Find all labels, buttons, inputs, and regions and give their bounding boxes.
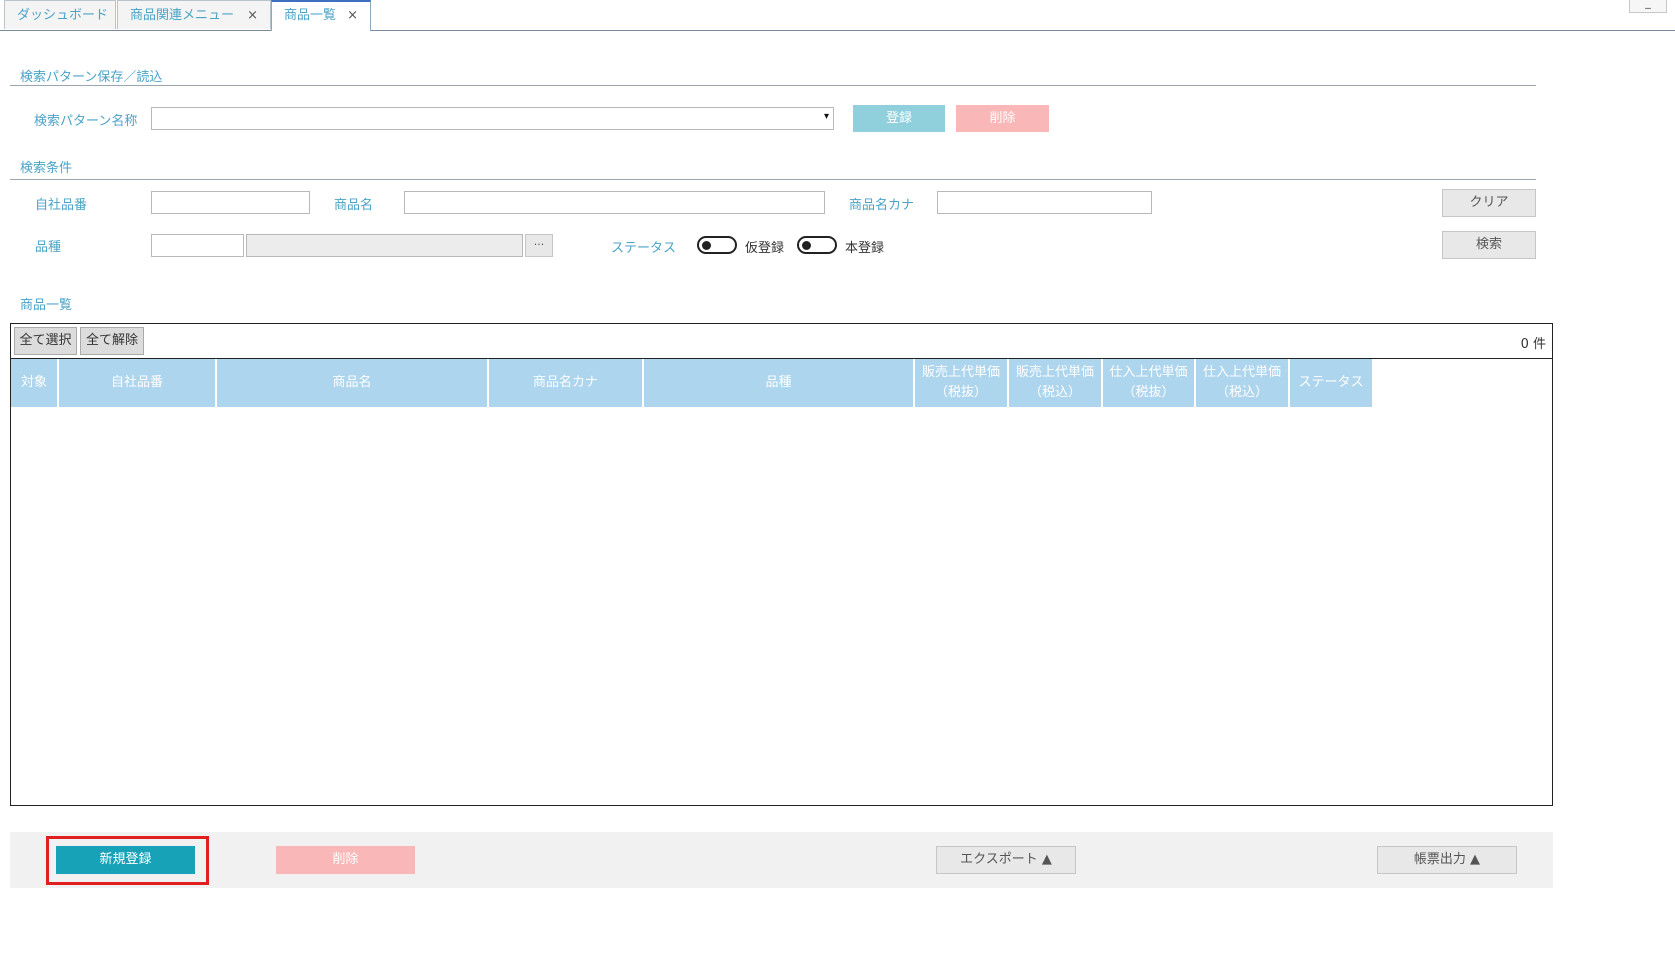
pattern-register-button[interactable]: 登録 — [853, 105, 945, 132]
status-registered-toggle[interactable] — [797, 236, 837, 254]
column-header-status[interactable]: ステータス — [1290, 359, 1374, 407]
column-header-sale-price-excl[interactable]: 販売上代単価 （税抜） — [915, 359, 1009, 407]
column-header-product-name[interactable]: 商品名 — [217, 359, 489, 407]
product-kana-label: 商品名カナ — [849, 198, 915, 213]
own-code-label: 自社品番 — [35, 198, 88, 213]
list-section-title: 商品一覧 — [20, 298, 73, 313]
column-header-label: 販売上代単価 — [1015, 365, 1094, 380]
toggle-knob — [802, 241, 811, 250]
column-header-label: 仕入上代単価 — [1109, 365, 1188, 380]
column-header-label: 商品名カナ — [532, 375, 598, 390]
tab-product-menu[interactable]: 商品関連メニュー × — [117, 0, 271, 29]
tab-label: 商品関連メニュー — [130, 8, 235, 23]
column-header-sublabel: （税抜） — [1122, 385, 1175, 400]
column-header-category[interactable]: 品種 — [644, 359, 915, 407]
clear-button[interactable]: クリア — [1442, 189, 1536, 217]
tab-dashboard[interactable]: ダッシュボード — [4, 0, 116, 29]
minimize-button[interactable]: _ — [1629, 0, 1667, 13]
new-register-button[interactable]: 新規登録 — [56, 846, 195, 874]
pattern-name-select[interactable]: ▾ — [151, 107, 834, 130]
export-button[interactable]: エクスポート ▲ — [936, 846, 1076, 874]
pattern-name-label: 検索パターン名称 — [34, 114, 138, 129]
status-registered-label: 本登録 — [845, 241, 885, 256]
column-header-label: ステータス — [1298, 375, 1364, 390]
footer-bar — [10, 832, 1553, 888]
status-provisional-label: 仮登録 — [745, 241, 785, 256]
tab-label: 商品一覧 — [284, 8, 337, 23]
column-header-purchase-price-excl[interactable]: 仕入上代単価 （税抜） — [1103, 359, 1196, 407]
column-header-label: 仕入上代単価 — [1202, 365, 1281, 380]
category-name-display — [246, 234, 523, 257]
status-label: ステータス — [611, 241, 677, 256]
product-name-input[interactable] — [404, 191, 825, 214]
close-icon[interactable]: × — [247, 1, 258, 31]
product-kana-input[interactable] — [937, 191, 1152, 214]
section-divider — [10, 179, 1536, 180]
product-name-label: 商品名 — [334, 198, 374, 213]
search-button[interactable]: 検索 — [1442, 231, 1536, 259]
column-header-sublabel: （税抜） — [934, 385, 987, 400]
column-header-label: 商品名 — [332, 375, 372, 390]
category-code-input[interactable] — [151, 234, 244, 257]
column-header-sublabel: （税込） — [1215, 385, 1268, 400]
dropdown-arrow-icon: ▾ — [823, 111, 829, 122]
own-code-input[interactable] — [151, 191, 310, 214]
column-header-label: 自社品番 — [110, 375, 163, 390]
column-header-sublabel: （税込） — [1028, 385, 1081, 400]
section-divider — [10, 85, 1536, 86]
pattern-section-title: 検索パターン保存／読込 — [20, 70, 163, 85]
condition-section-title: 検索条件 — [20, 161, 73, 176]
close-icon[interactable]: × — [347, 2, 358, 30]
column-header-label: 販売上代単価 — [921, 365, 1000, 380]
grid-body — [11, 408, 1552, 805]
category-lookup-button[interactable]: ··· — [525, 234, 553, 257]
column-header-purchase-price-incl[interactable]: 仕入上代単価 （税込） — [1196, 359, 1290, 407]
deselect-all-button[interactable]: 全て解除 — [80, 327, 144, 355]
footer-delete-button[interactable]: 削除 — [276, 846, 415, 874]
report-output-button[interactable]: 帳票出力 ▲ — [1377, 846, 1517, 874]
grid-header: 対象 自社品番 商品名 商品名カナ 品種 販売上代単価 （税抜） 販売上代単価 … — [11, 359, 1552, 408]
product-grid: 全て選択 全て解除 0 件 対象 自社品番 商品名 商品名カナ 品種 販売上代単… — [10, 323, 1553, 806]
pattern-delete-button[interactable]: 削除 — [956, 105, 1049, 132]
tab-label: ダッシュボード — [17, 8, 109, 23]
record-count: 0 件 — [1520, 337, 1546, 352]
column-header-own-code[interactable]: 自社品番 — [59, 359, 217, 407]
category-label: 品種 — [35, 240, 62, 255]
select-all-button[interactable]: 全て選択 — [14, 327, 77, 355]
column-header-product-kana[interactable]: 商品名カナ — [489, 359, 644, 407]
column-header-target[interactable]: 対象 — [11, 359, 59, 407]
column-header-sale-price-incl[interactable]: 販売上代単価 （税込） — [1009, 359, 1103, 407]
column-header-label: 品種 — [765, 375, 792, 390]
tab-product-list[interactable]: 商品一覧 × — [271, 0, 371, 31]
toggle-knob — [702, 241, 711, 250]
status-provisional-toggle[interactable] — [697, 236, 737, 254]
column-header-label: 対象 — [20, 375, 47, 390]
tab-bar: ダッシュボード 商品関連メニュー × 商品一覧 × — [0, 0, 1675, 31]
